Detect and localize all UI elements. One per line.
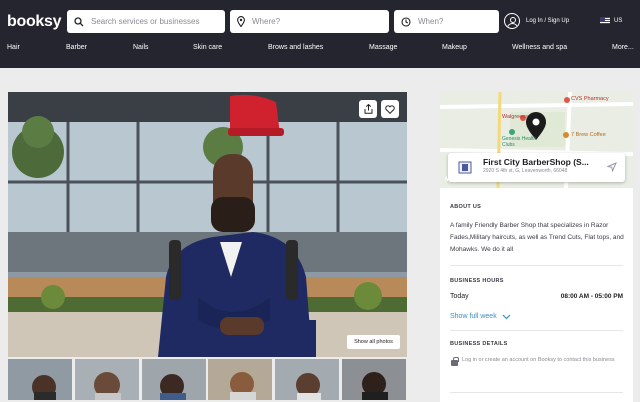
location-placeholder: Where? — [252, 17, 281, 26]
language-label: US — [614, 17, 623, 24]
category-skin-care[interactable]: Skin care — [193, 44, 222, 51]
clock-icon — [401, 16, 411, 27]
map-label-genesis-health-clubs: Genesis Health Clubs — [502, 136, 537, 148]
barber-photo-illustration — [8, 92, 407, 357]
business-logo-icon — [458, 161, 472, 174]
maps-attribution: Maps — [445, 177, 461, 183]
login-signup-label: Log In / Sign Up — [526, 18, 570, 24]
map-label-walgreens: Walgreens — [502, 114, 529, 120]
show-full-week-button[interactable]: Show full week — [450, 313, 511, 320]
business-map-card[interactable]: First City BarberShop (S... 2920 S 4th s… — [448, 153, 625, 182]
details-text: Log in or create an account on Booksy to… — [462, 357, 615, 363]
business-info-panel: CVS Pharmacy Walgreens Genesis Health Cl… — [440, 92, 633, 402]
category-wellness-and-spa[interactable]: Wellness and spa — [512, 44, 567, 51]
chevron-down-icon — [502, 314, 511, 319]
category-massage[interactable]: Massage — [369, 44, 397, 51]
favorite-button[interactable] — [381, 100, 399, 118]
location-map[interactable]: CVS Pharmacy Walgreens Genesis Health Cl… — [440, 92, 633, 188]
photo-thumbnail[interactable] — [275, 359, 340, 400]
about-text: A family Friendly Barber Shop that speci… — [450, 222, 624, 253]
main-business-photo[interactable] — [8, 92, 407, 357]
category-barber[interactable]: Barber — [66, 44, 87, 51]
hours-heading: BUSINESS HOURS — [450, 278, 504, 284]
category-brows-and-lashes[interactable]: Brows and lashes — [268, 44, 323, 51]
top-navigation-bar: booksy Search services or businesses Whe… — [0, 0, 640, 68]
category-hair[interactable]: Hair — [7, 44, 20, 51]
divider — [450, 392, 623, 393]
photo-thumbnail[interactable] — [208, 359, 273, 400]
hours-day: Today — [450, 293, 469, 300]
date-time-placeholder: When? — [418, 17, 444, 26]
photo-thumbnail[interactable] — [8, 359, 73, 400]
map-label-cvs-pharmacy: CVS Pharmacy — [571, 96, 609, 102]
details-heading: BUSINESS DETAILS — [450, 341, 508, 347]
login-signup-button[interactable]: Log In / Sign Up — [504, 13, 569, 29]
show-full-week-label: Show full week — [450, 313, 497, 320]
search-icon — [74, 16, 84, 26]
hours-time: 08:00 AM - 05:00 PM — [560, 293, 623, 300]
business-address: 2920 S 4th st, G, Leavenworth, 66048 — [483, 168, 568, 174]
location-input[interactable]: Where? — [230, 10, 389, 33]
photo-thumbnail[interactable] — [74, 359, 140, 400]
date-time-input[interactable]: When? — [394, 10, 499, 33]
service-search-input[interactable]: Search services or businesses — [67, 10, 225, 33]
share-button[interactable] — [359, 100, 377, 118]
about-heading: ABOUT US — [450, 204, 482, 210]
divider — [450, 330, 623, 331]
user-avatar-icon — [504, 13, 520, 29]
category-makeup[interactable]: Makeup — [442, 44, 467, 51]
share-icon — [364, 104, 372, 114]
heart-icon — [385, 104, 395, 114]
category-nails[interactable]: Nails — [133, 44, 149, 51]
business-name: First City BarberShop (S... — [483, 157, 589, 167]
photo-thumbnails — [8, 359, 407, 400]
directions-icon[interactable] — [607, 162, 617, 172]
us-flag-icon — [600, 17, 610, 24]
category-nav: Hair Barber Nails Skin care Brows and la… — [0, 44, 640, 58]
photo-thumbnail[interactable] — [342, 359, 407, 400]
divider — [450, 265, 623, 266]
service-search-placeholder: Search services or businesses — [91, 17, 200, 26]
map-label-7-brew-coffee: 7 Brew Coffee — [571, 132, 606, 138]
category-more[interactable]: More... — [612, 44, 634, 51]
booksy-logo[interactable]: booksy — [7, 13, 62, 31]
lock-icon — [451, 356, 459, 366]
photo-thumbnail[interactable] — [141, 359, 207, 400]
language-selector[interactable]: US — [600, 17, 622, 24]
hours-row-today: Today 08:00 AM - 05:00 PM — [450, 293, 623, 300]
location-pin-icon — [237, 16, 245, 27]
show-all-photos-button[interactable]: Show all photos — [347, 335, 400, 349]
